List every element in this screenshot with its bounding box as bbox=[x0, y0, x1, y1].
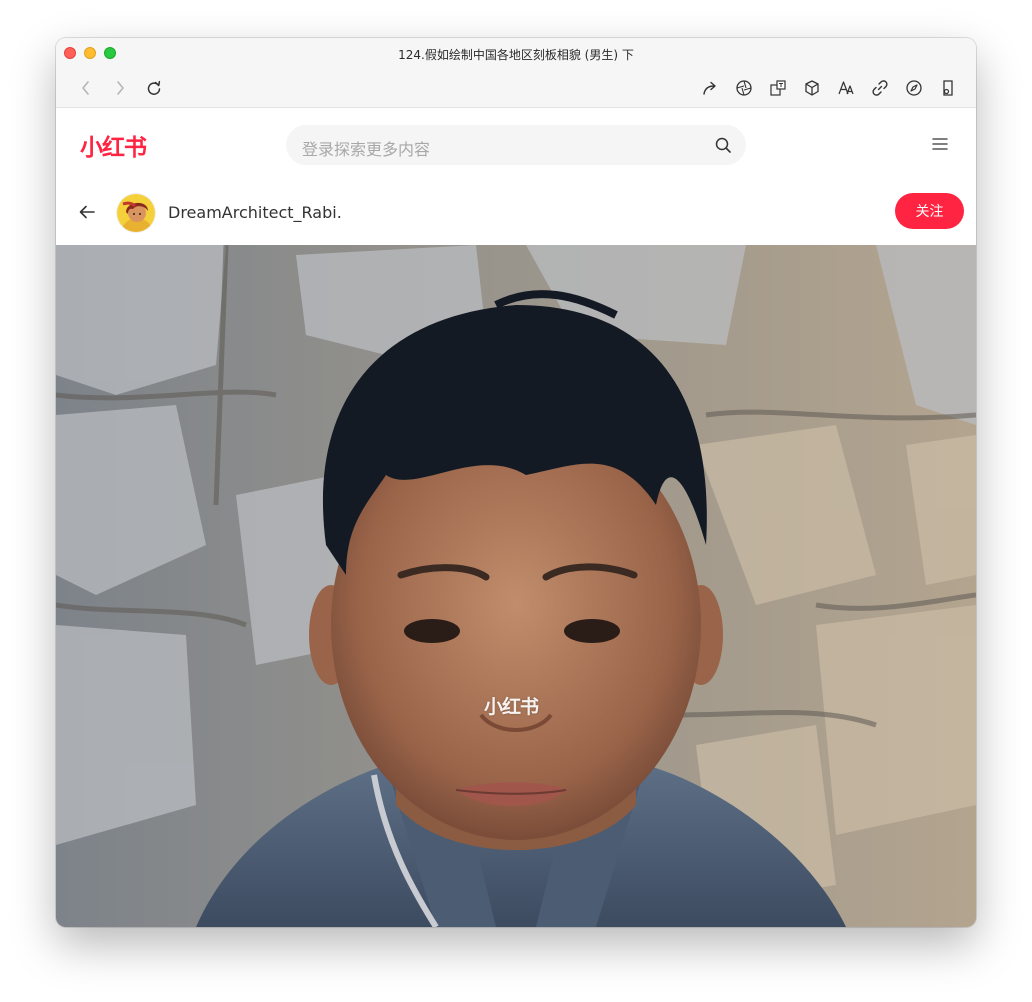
chevron-right-icon bbox=[117, 81, 124, 95]
back-button[interactable] bbox=[76, 78, 96, 98]
cube-icon bbox=[805, 80, 819, 96]
reload-button[interactable] bbox=[144, 78, 164, 98]
copy-link-button[interactable] bbox=[870, 78, 890, 98]
text-size-icon bbox=[838, 81, 854, 95]
watermark: 小红书 bbox=[484, 696, 539, 718]
aperture-button[interactable] bbox=[734, 78, 754, 98]
avatar-image bbox=[117, 194, 155, 232]
arrow-left-icon[interactable] bbox=[78, 204, 96, 220]
reader-icon bbox=[943, 80, 953, 96]
title-bar: 124.假如绘制中国各地区刻板相貌 (男生) 下 bbox=[56, 38, 976, 108]
browser-window: 124.假如绘制中国各地区刻板相貌 (男生) 下 小红书 登录探索更多内容 Dr… bbox=[56, 38, 976, 927]
search-input[interactable]: 登录探索更多内容 bbox=[302, 136, 430, 160]
site-header: 小红书 登录探索更多内容 bbox=[56, 108, 976, 180]
forward-button[interactable] bbox=[110, 78, 130, 98]
post-photo[interactable]: 小红书 bbox=[56, 245, 976, 927]
chevron-left-icon bbox=[82, 81, 89, 95]
share-icon bbox=[703, 81, 716, 95]
text-size-button[interactable] bbox=[836, 78, 856, 98]
portrait-image bbox=[56, 245, 976, 927]
web-page: 小红书 登录探索更多内容 DreamArchitect_Rabi. 关注 小红书 bbox=[56, 108, 976, 927]
author-name[interactable]: DreamArchitect_Rabi. bbox=[168, 203, 342, 222]
navigation-controls bbox=[76, 78, 164, 98]
cube-button[interactable] bbox=[802, 78, 822, 98]
compass-icon bbox=[906, 80, 922, 96]
link-icon bbox=[872, 80, 888, 96]
search-bar[interactable]: 登录探索更多内容 bbox=[286, 125, 746, 165]
compass-button[interactable] bbox=[904, 78, 924, 98]
avatar[interactable] bbox=[116, 193, 156, 233]
translate-button[interactable] bbox=[768, 78, 788, 98]
xiaohongshu-logo[interactable]: 小红书 bbox=[80, 128, 147, 162]
toolbar-actions bbox=[700, 78, 958, 98]
hamburger-menu-icon[interactable] bbox=[932, 137, 948, 151]
search-icon[interactable] bbox=[714, 136, 732, 154]
follow-button[interactable]: 关注 bbox=[895, 193, 964, 229]
author-bar: DreamArchitect_Rabi. bbox=[56, 180, 976, 246]
translate-icon bbox=[770, 80, 786, 96]
reader-button[interactable] bbox=[938, 78, 958, 98]
reload-icon bbox=[147, 80, 161, 95]
window-title: 124.假如绘制中国各地区刻板相貌 (男生) 下 bbox=[398, 48, 634, 62]
aperture-icon bbox=[736, 80, 752, 96]
share-button[interactable] bbox=[700, 78, 720, 98]
